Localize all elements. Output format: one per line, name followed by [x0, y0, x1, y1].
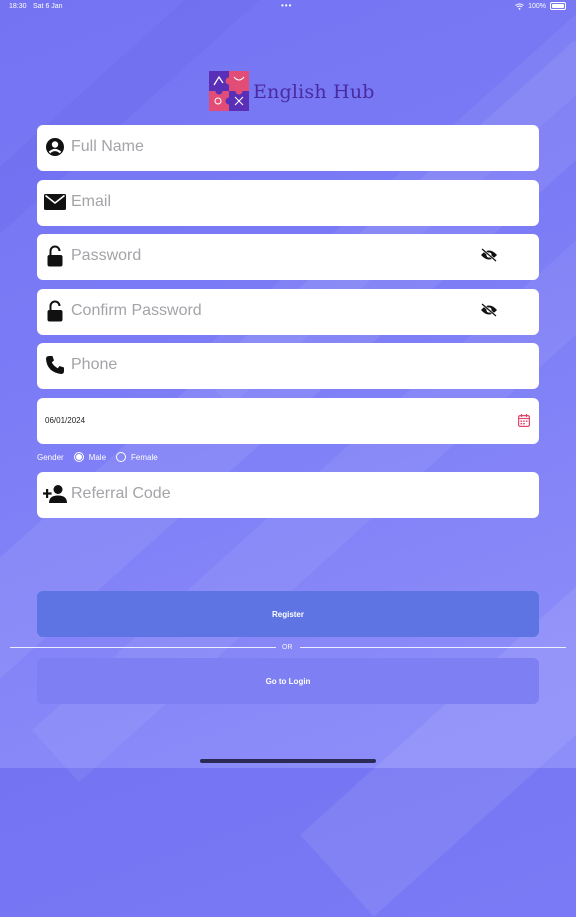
gender-option-female[interactable]: Female [131, 453, 158, 462]
or-text: OR [282, 644, 293, 651]
date-field[interactable]: 06/01/2024 [37, 398, 539, 444]
eye-slash-icon[interactable] [480, 303, 500, 321]
email-field[interactable]: Email [37, 180, 539, 226]
battery-icon [550, 2, 566, 10]
calendar-icon[interactable] [518, 414, 531, 428]
status-bar: 18:30 Sat 6 Jan ••• 100% [0, 0, 576, 14]
register-button[interactable]: Register [37, 591, 539, 637]
battery-percent: 100% [528, 2, 546, 10]
register-button-label: Register [271, 609, 304, 619]
phone-icon [44, 354, 66, 376]
radio-female[interactable] [116, 452, 127, 462]
eye-slash-icon[interactable] [480, 248, 500, 266]
envelope-icon [44, 191, 66, 213]
multitasking-dots-icon[interactable]: ••• [281, 1, 292, 10]
unlock-icon [44, 245, 66, 267]
divider-line-right [300, 647, 566, 648]
go-to-login-button[interactable]: Go to Login [37, 658, 539, 704]
full-name-placeholder: Full Name [71, 138, 144, 155]
email-placeholder: Email [71, 193, 112, 210]
app-title: English Hub [253, 81, 375, 103]
gender-label: Gender [37, 452, 64, 462]
confirm-password-field[interactable]: Confirm Password [37, 289, 539, 335]
phone-field[interactable]: Phone [37, 343, 539, 389]
referral-code-field[interactable]: Referral Code [37, 472, 539, 518]
go-to-login-label: Go to Login [265, 676, 311, 686]
divider-line-left [10, 647, 276, 648]
status-date: Sat 6 Jan [33, 3, 63, 10]
password-placeholder: Password [71, 247, 142, 264]
person-add-icon [42, 483, 68, 505]
password-field[interactable]: Password [37, 234, 539, 280]
referral-code-placeholder: Referral Code [71, 485, 171, 502]
unlock-icon [44, 300, 66, 322]
full-name-field[interactable]: Full Name [37, 125, 539, 171]
confirm-password-placeholder: Confirm Password [71, 302, 202, 319]
gender-selector: Gender Male Female [37, 452, 158, 462]
radio-male[interactable] [73, 452, 84, 462]
status-time: 18:30 [9, 3, 27, 10]
home-indicator[interactable] [200, 759, 376, 763]
gender-option-male[interactable]: Male [89, 453, 106, 462]
app-logo: English Hub [209, 71, 375, 111]
wifi-icon [515, 2, 524, 10]
phone-placeholder: Phone [71, 356, 118, 373]
date-value: 06/01/2024 [45, 416, 86, 425]
or-divider: OR [10, 644, 566, 652]
person-icon [44, 136, 66, 158]
puzzle-logo-icon [209, 71, 249, 111]
